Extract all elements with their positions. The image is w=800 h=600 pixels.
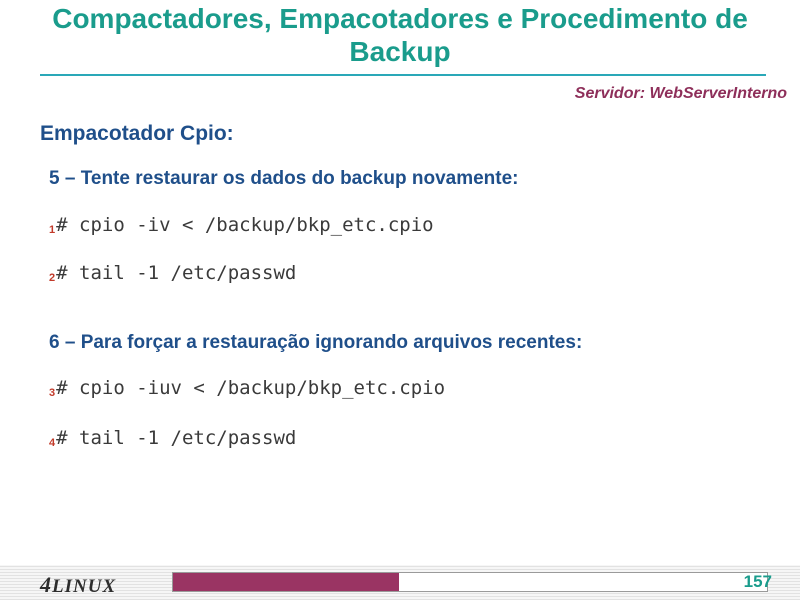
command-line-2: 2# tail -1 /etc/passwd bbox=[49, 262, 296, 284]
slide-progress-bar bbox=[172, 572, 768, 592]
brand-logo: 4LINUX bbox=[40, 572, 116, 598]
line-number: 4 bbox=[49, 437, 56, 449]
step-5-instruction: 5 – Tente restaurar os dados do backup n… bbox=[49, 168, 519, 189]
command-line-1: 1# cpio -iv < /backup/bkp_etc.cpio bbox=[49, 214, 434, 236]
server-label: Servidor: WebServerInterno bbox=[574, 85, 787, 102]
title-divider bbox=[40, 74, 766, 76]
page-number: 157 bbox=[743, 572, 772, 591]
section-heading: Empacotador Cpio: bbox=[40, 122, 234, 145]
command-line-3: 3# cpio -iuv < /backup/bkp_etc.cpio bbox=[49, 377, 445, 399]
line-number: 2 bbox=[49, 272, 56, 284]
logo-text: LINUX bbox=[52, 576, 117, 597]
command-text: # tail -1 /etc/passwd bbox=[56, 262, 297, 284]
logo-digit: 4 bbox=[40, 572, 52, 597]
slide-progress-fill bbox=[173, 573, 399, 591]
command-text: # cpio -iuv < /backup/bkp_etc.cpio bbox=[56, 377, 446, 399]
step-6-instruction: 6 – Para forçar a restauração ignorando … bbox=[49, 332, 583, 353]
command-text: # cpio -iv < /backup/bkp_etc.cpio bbox=[56, 214, 434, 236]
line-number: 3 bbox=[49, 387, 56, 399]
line-number: 1 bbox=[49, 224, 56, 236]
command-text: # tail -1 /etc/passwd bbox=[56, 427, 297, 449]
command-line-4: 4# tail -1 /etc/passwd bbox=[49, 427, 296, 449]
slide-title: Compactadores, Empacotadores e Procedime… bbox=[52, 3, 748, 67]
